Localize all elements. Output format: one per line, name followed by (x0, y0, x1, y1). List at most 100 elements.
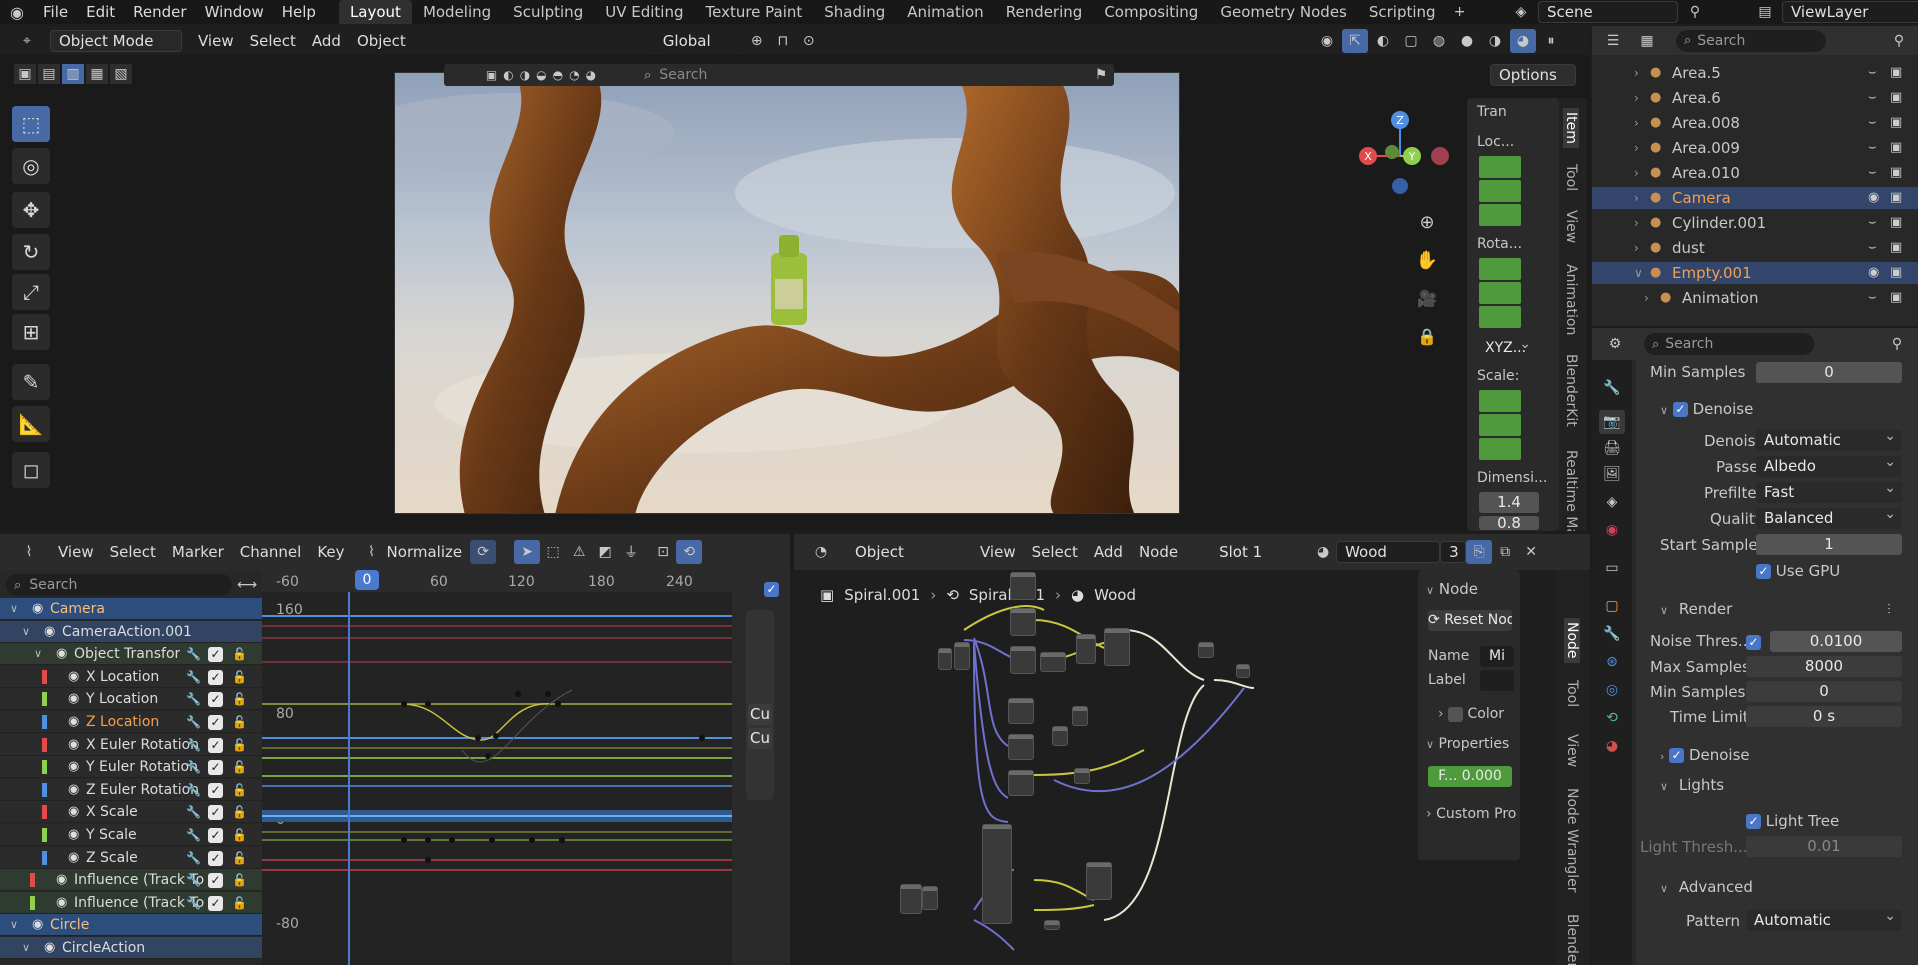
shader-node[interactable] (938, 648, 952, 670)
side-tab-node[interactable]: Node (1564, 618, 1580, 663)
tab-geometry-nodes[interactable]: Geometry Nodes (1209, 0, 1358, 24)
time-limit-field[interactable]: 0 s (1746, 706, 1902, 727)
presets-icon[interactable]: ⫶ (1876, 598, 1902, 622)
channel-enable-checkbox[interactable]: ✓ (208, 873, 223, 889)
channel-enable-checkbox[interactable]: ✓ (208, 782, 223, 798)
side-tab-tool[interactable]: Tool (1564, 680, 1580, 707)
shader-node[interactable] (922, 886, 938, 910)
camera-render-icon[interactable]: ▣ (1890, 87, 1902, 109)
wrench-icon[interactable]: 🔧 (186, 666, 201, 688)
shader-node[interactable] (1076, 634, 1096, 664)
node-name-field[interactable]: Mi (1480, 646, 1514, 667)
eye-icon[interactable]: ◉ (68, 801, 79, 823)
lock-icon[interactable]: 🔓 (232, 779, 247, 801)
eye-icon[interactable]: ◉ (68, 711, 79, 733)
camera-render-icon[interactable]: ▣ (1890, 262, 1902, 284)
select-extend-icon[interactable]: ▤ (38, 64, 60, 84)
channel-enable-checkbox[interactable]: ✓ (208, 895, 223, 911)
shader-node[interactable] (954, 642, 970, 670)
min-samples-top-field[interactable]: 0 (1756, 362, 1902, 383)
eye-icon[interactable]: ◉ (44, 937, 55, 959)
pattern-dropdown[interactable]: Automatic (1746, 906, 1902, 931)
pivot-point-icon[interactable]: ⊡ (650, 540, 676, 564)
annotate-tool[interactable]: ✎ (12, 364, 50, 400)
outliner-item[interactable]: › ● Area.5 ⌣ ▣ (1592, 62, 1918, 84)
channel-row[interactable]: ◉ Z Scale 🔧 ✓ 🔓 (0, 846, 262, 869)
3d-viewport[interactable]: ⌖ Object Mode View Select Add Object Glo… (0, 26, 1590, 531)
channel-row[interactable]: ◉ Z Location 🔧 ✓ 🔓 (0, 711, 262, 733)
material-name-field[interactable]: Wood (1336, 541, 1441, 563)
box-select-icon[interactable]: ⬚ (540, 540, 566, 564)
use-gpu-checkbox[interactable]: ✓ (1756, 564, 1771, 579)
scene-tab-icon[interactable]: ◈ (1599, 490, 1625, 514)
channel-row[interactable]: ◉ Z Euler Rotation 🔧 ✓ 🔓 (0, 778, 262, 801)
custom-properties-header[interactable]: › Custom Pro (1426, 806, 1516, 822)
scale-tool[interactable]: ⤢ (12, 274, 50, 310)
lock-icon[interactable]: 🔓 (232, 801, 247, 823)
channel-enable-checkbox[interactable]: ✓ (208, 850, 223, 866)
outliner-editor-icon[interactable]: ☰ (1600, 29, 1626, 53)
eye-icon[interactable]: ◉ (68, 756, 79, 778)
shader-node[interactable] (1040, 652, 1066, 672)
close-icon[interactable]: ✕ (1518, 540, 1544, 564)
graph-sidebar-checkbox[interactable]: ✓ (764, 582, 779, 597)
scale-x-field[interactable] (1479, 390, 1521, 412)
blender-logo-icon[interactable]: ◉ (0, 0, 34, 24)
channel-row[interactable]: ∨ ◉ CircleAction (0, 937, 262, 959)
display-mode-icon[interactable]: ▦ (1634, 29, 1660, 53)
node-menu-node[interactable]: Node (1131, 543, 1186, 561)
slot-dropdown[interactable]: Slot 1 (1210, 541, 1303, 563)
camera-render-icon[interactable]: ▣ (1890, 237, 1902, 259)
side-tab-realtime[interactable]: Realtime Ma (1563, 450, 1579, 531)
wrench-icon[interactable]: 🔧 (186, 847, 201, 869)
lock-icon[interactable]: 🔓 (232, 847, 247, 869)
expand-arrow-icon[interactable]: ∨ (10, 914, 18, 936)
graph-menu-view[interactable]: View (50, 543, 102, 561)
rotate-tool[interactable]: ↻ (12, 234, 50, 270)
location-y-field[interactable] (1479, 180, 1521, 202)
dimension-y-field[interactable]: 0.8 (1479, 516, 1539, 530)
menu-window[interactable]: Window (196, 0, 273, 24)
side-tab-animation[interactable]: Animation (1563, 264, 1579, 335)
constraints-tab-icon[interactable]: ⟲ (1599, 706, 1625, 730)
view-layer-selector[interactable]: ViewLayer (1782, 1, 1918, 23)
wrench-icon[interactable]: 🔧 (186, 824, 201, 846)
rendered-shading-icon[interactable]: ◕ (1510, 28, 1536, 53)
snap-toggle-icon[interactable]: ⟲ (676, 540, 703, 564)
cursor-tool[interactable]: ◎ (12, 148, 50, 184)
graph-menu-channel[interactable]: Channel (232, 543, 310, 561)
lock-icon[interactable]: 🔓 (232, 688, 247, 710)
eye-icon[interactable]: ◉ (68, 734, 79, 756)
navigation-gizmo[interactable]: Z X Y (1340, 106, 1460, 226)
shader-node[interactable] (1104, 628, 1130, 666)
max-samples-field[interactable]: 8000 (1746, 656, 1902, 677)
outliner-item[interactable]: › ● dust ⌣ ▣ (1592, 237, 1918, 259)
outliner-item[interactable]: › ● Area.008 ⌣ ▣ (1592, 112, 1918, 134)
eye-icon[interactable]: ◉ (1868, 262, 1879, 284)
tab-layout[interactable]: Layout (338, 0, 412, 24)
shader-node[interactable] (900, 884, 922, 914)
rotation-mode-dropdown[interactable]: XYZ... (1477, 334, 1537, 359)
select-intersect-icon[interactable]: ▧ (110, 64, 132, 84)
properties-panel-header[interactable]: ∨ Properties (1426, 736, 1509, 752)
wrench-icon[interactable]: 🔧 (186, 801, 201, 823)
channel-row[interactable]: ◉ Y Euler Rotation 🔧 ✓ 🔓 (0, 756, 262, 779)
eye-icon[interactable]: ◉ (68, 847, 79, 869)
transform-tool[interactable]: ⊞ (12, 314, 50, 350)
particles-tab-icon[interactable]: ⊛ (1599, 650, 1625, 674)
render-tab-icon[interactable]: 📷 (1599, 410, 1625, 434)
channel-enable-checkbox[interactable]: ✓ (208, 737, 223, 753)
shader-node[interactable] (1198, 642, 1214, 658)
eye-icon[interactable]: ◉ (68, 779, 79, 801)
fake-user-icon[interactable]: ⎘ (1466, 540, 1493, 564)
viewport-menu-add[interactable]: Add (304, 32, 349, 50)
eye-icon[interactable]: ⌣ (1868, 137, 1877, 159)
shader-node[interactable] (1086, 862, 1112, 900)
start-sample-field[interactable]: 1 (1756, 534, 1902, 555)
noise-threshold-field[interactable]: 0.0100 (1770, 631, 1902, 652)
camera-render-icon[interactable]: ▣ (1890, 137, 1902, 159)
dimension-x-field[interactable]: 1.4 (1479, 492, 1539, 513)
denoise-panel-2[interactable]: › ✓ Denoise (1660, 746, 1750, 764)
shader-node[interactable] (1008, 770, 1034, 796)
expand-arrow-icon[interactable]: ∨ (22, 621, 30, 643)
